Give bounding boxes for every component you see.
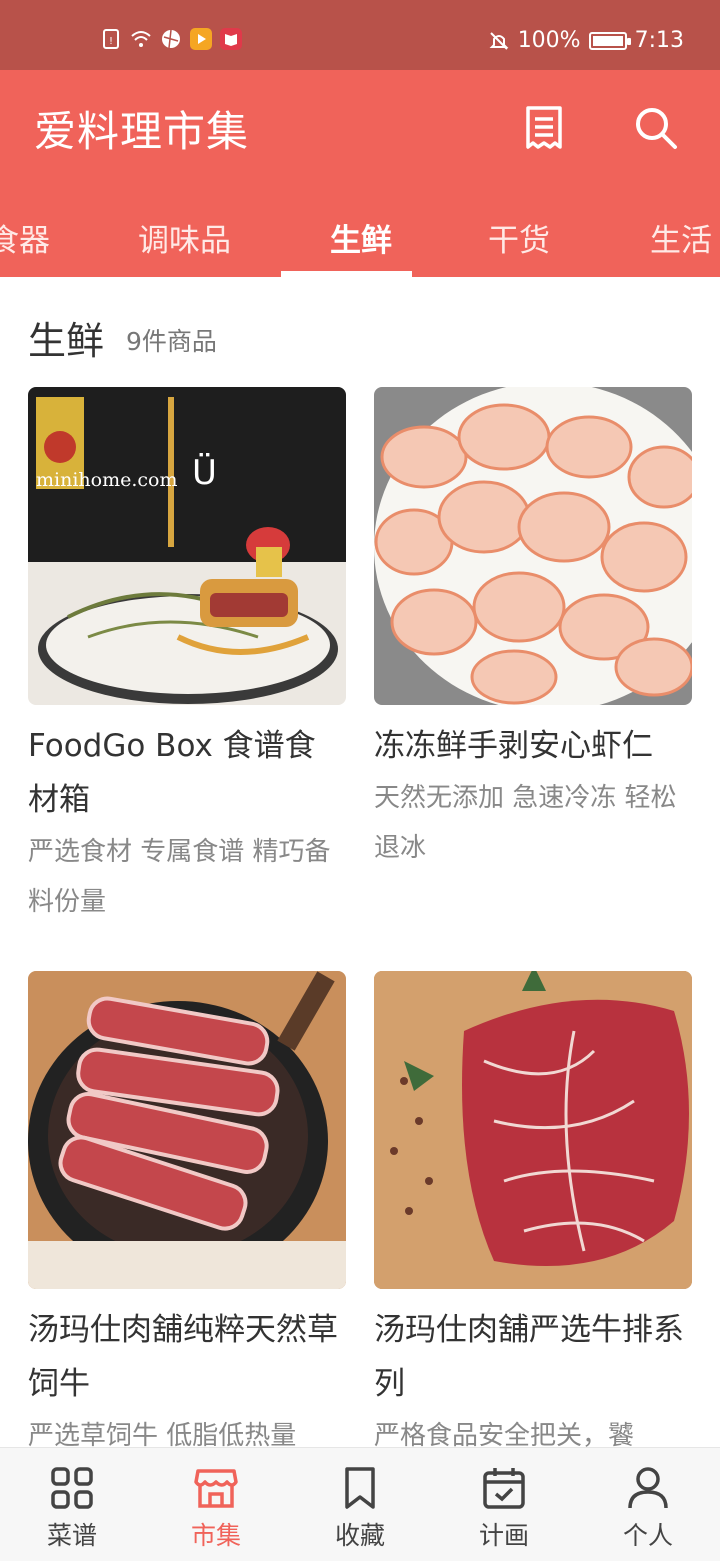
product-card[interactable]: minihome.com Ü FoodGo Box 食谱食材箱 严选食材 专属食… — [28, 387, 346, 927]
nav-label: 个人 — [622, 1521, 673, 1550]
status-icons-left: ! — [100, 28, 242, 50]
nav-favorites[interactable]: 收藏 — [288, 1448, 432, 1561]
product-desc: 严选食材 专属食谱 精巧备料份量 — [28, 837, 331, 917]
globe-icon — [162, 29, 180, 49]
product-name: FoodGo Box 食谱食材箱 — [28, 728, 316, 818]
play-app-icon — [190, 28, 212, 50]
tab-dry-goods[interactable]: 干货 — [488, 215, 550, 260]
battery-level — [592, 35, 623, 46]
product-card[interactable]: 汤玛仕肉舖严选牛排系列 严格食品安全把关，饕 — [374, 971, 692, 1461]
box-brand-text: minihome.com — [36, 469, 178, 491]
status-bar: ! 100% 7:13 — [0, 0, 720, 70]
app-title: 爱料理市集 — [34, 107, 250, 156]
receipt-button[interactable] — [516, 100, 572, 156]
product-image-foodgo-box: minihome.com Ü — [28, 387, 346, 705]
product-image-ribs — [28, 971, 346, 1289]
product-name: 汤玛仕肉舖纯粹天然草饲牛 — [28, 1312, 338, 1402]
status-icons-right: 100% 7:13 — [488, 28, 684, 53]
app-bar: 爱料理市集 食器 调味品 生鲜 干货 生活 — [0, 70, 720, 277]
shop-icon — [194, 1469, 238, 1508]
grid-icon — [51, 1467, 93, 1509]
search-icon — [636, 108, 677, 149]
product-card[interactable]: 汤玛仕肉舖纯粹天然草饲牛 严选草饲牛 低脂低热量 — [28, 971, 346, 1461]
book-app-icon — [220, 28, 242, 50]
tab-seasoning[interactable]: 调味品 — [138, 215, 231, 260]
mute-icon — [489, 31, 509, 50]
nav-recipes[interactable]: 菜谱 — [0, 1448, 144, 1561]
person-icon — [628, 1467, 668, 1509]
nav-label: 菜谱 — [46, 1521, 97, 1550]
bottom-navigation: 菜谱 市集 收藏 计画 个人 — [0, 1447, 720, 1561]
nav-label: 收藏 — [334, 1521, 385, 1550]
product-image-steak — [374, 971, 692, 1289]
nav-plan[interactable]: 计画 — [432, 1448, 576, 1561]
product-desc: 天然无添加 急速冷冻 轻松退冰 — [374, 783, 677, 863]
product-name: 冻冻鲜手剥安心虾仁 — [374, 728, 653, 764]
receipt-icon — [526, 106, 562, 149]
category-tabs: 食器 调味品 生鲜 干货 生活 — [0, 195, 720, 277]
active-tab-indicator — [281, 271, 412, 277]
section-title: 生鲜 — [28, 319, 105, 363]
box-badge-text: Ü — [192, 453, 217, 493]
bookmark-icon — [345, 1467, 375, 1509]
search-button[interactable] — [628, 100, 684, 156]
section-count: 9件商品 — [126, 327, 217, 356]
sim-icon: ! — [103, 29, 119, 49]
svg-text:!: ! — [109, 36, 113, 47]
product-card[interactable]: 冻冻鲜手剥安心虾仁 天然无添加 急速冷冻 轻松退冰 — [374, 387, 692, 873]
nav-profile[interactable]: 个人 — [576, 1448, 720, 1561]
wifi-icon — [131, 31, 151, 47]
tab-tableware[interactable]: 食器 — [0, 215, 50, 260]
clock: 7:13 — [634, 28, 684, 53]
battery-icon — [588, 31, 631, 50]
nav-label: 计画 — [478, 1521, 529, 1550]
tab-fresh[interactable]: 生鲜 — [330, 215, 392, 260]
calendar-icon — [483, 1468, 525, 1509]
product-name: 汤玛仕肉舖严选牛排系列 — [374, 1312, 684, 1402]
battery-percent: 100% — [517, 28, 581, 53]
nav-market[interactable]: 市集 — [144, 1448, 288, 1561]
product-image-shrimp — [374, 387, 692, 705]
tab-living[interactable]: 生活 — [650, 215, 712, 260]
nav-label: 市集 — [190, 1521, 241, 1550]
